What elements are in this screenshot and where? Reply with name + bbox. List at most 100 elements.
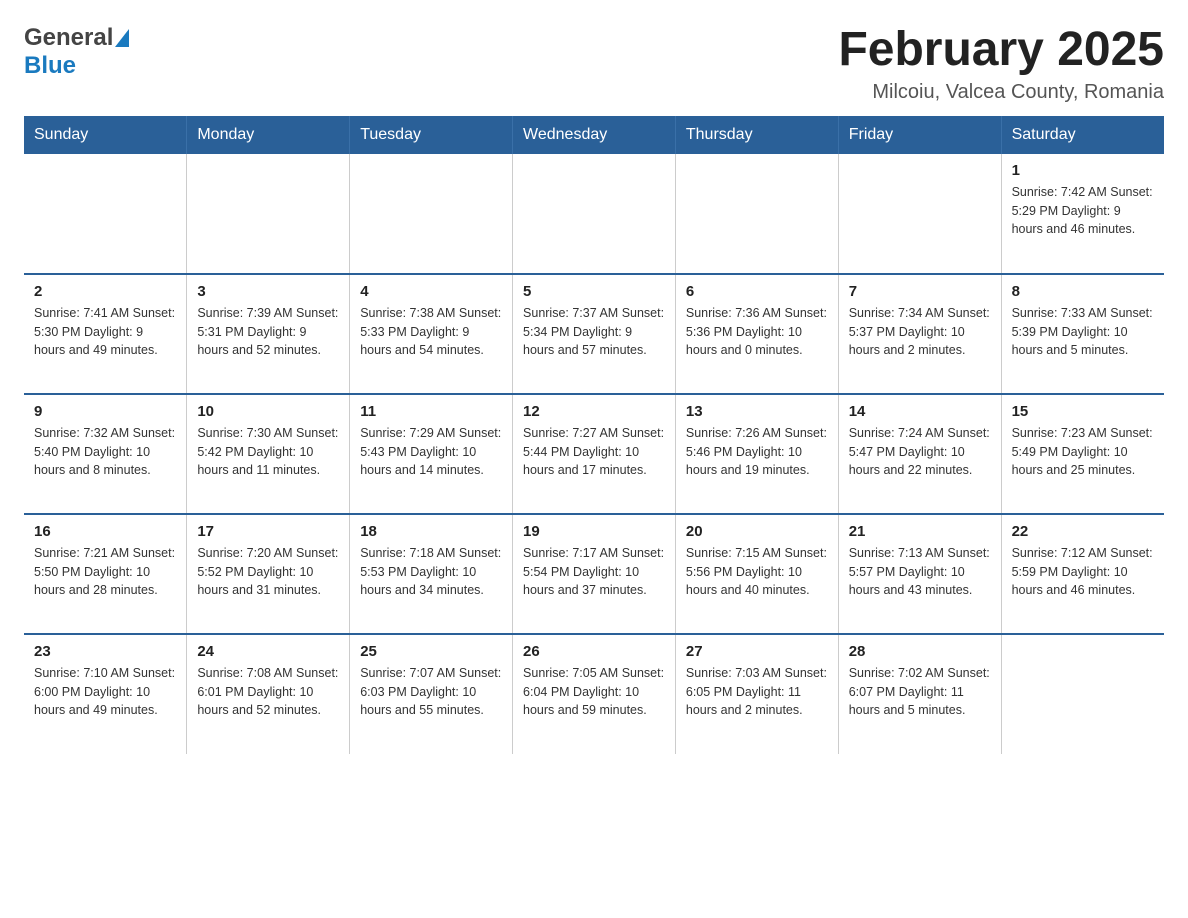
day-info: Sunrise: 7:30 AM Sunset: 5:42 PM Dayligh… (197, 424, 339, 480)
logo-triangle-icon (115, 29, 129, 47)
calendar-week-row: 9 Sunrise: 7:32 AM Sunset: 5:40 PM Daylig… (24, 394, 1164, 514)
day-info: Sunrise: 7:41 AM Sunset: 5:30 PM Dayligh… (34, 304, 176, 360)
day-number: 21 (849, 523, 991, 540)
logo: General Blue (24, 24, 129, 80)
day-info: Sunrise: 7:42 AM Sunset: 5:29 PM Dayligh… (1012, 183, 1154, 239)
calendar-week-row: 1 Sunrise: 7:42 AM Sunset: 5:29 PM Daylig… (24, 154, 1164, 274)
calendar-cell: 4 Sunrise: 7:38 AM Sunset: 5:33 PM Daylig… (350, 274, 513, 394)
day-header-thursday: Thursday (675, 116, 838, 154)
calendar-cell: 27Sunrise: 7:03 AM Sunset: 6:05 PM Dayli… (675, 634, 838, 754)
calendar-cell: 23Sunrise: 7:10 AM Sunset: 6:00 PM Dayli… (24, 634, 187, 754)
calendar-table: SundayMondayTuesdayWednesdayThursdayFrid… (24, 116, 1164, 754)
calendar-cell: 16 Sunrise: 7:21 AM Sunset: 5:50 PM Dayli… (24, 514, 187, 634)
calendar-cell: 26 Sunrise: 7:05 AM Sunset: 6:04 PM Dayli… (513, 634, 676, 754)
day-header-sunday: Sunday (24, 116, 187, 154)
calendar-cell (1001, 634, 1164, 754)
calendar-cell: 10 Sunrise: 7:30 AM Sunset: 5:42 PM Dayli… (187, 394, 350, 514)
month-title: February 2025 (838, 24, 1164, 77)
calendar-cell: 20 Sunrise: 7:15 AM Sunset: 5:56 PM Dayli… (675, 514, 838, 634)
calendar-cell: 13Sunrise: 7:26 AM Sunset: 5:46 PM Dayli… (675, 394, 838, 514)
day-number: 28 (849, 643, 991, 660)
calendar-cell: 19 Sunrise: 7:17 AM Sunset: 5:54 PM Dayli… (513, 514, 676, 634)
day-header-friday: Friday (838, 116, 1001, 154)
day-info: Sunrise: 7:20 AM Sunset: 5:52 PM Dayligh… (197, 544, 339, 600)
day-number: 25 (360, 643, 502, 660)
day-info: Sunrise: 7:05 AM Sunset: 6:04 PM Dayligh… (523, 664, 665, 720)
day-number: 13 (686, 403, 828, 420)
day-number: 20 (686, 523, 828, 540)
logo-general-text: General (24, 24, 113, 52)
calendar-cell: 9 Sunrise: 7:32 AM Sunset: 5:40 PM Daylig… (24, 394, 187, 514)
day-number: 6 (686, 283, 828, 300)
calendar-cell: 3 Sunrise: 7:39 AM Sunset: 5:31 PM Daylig… (187, 274, 350, 394)
day-number: 19 (523, 523, 665, 540)
day-info: Sunrise: 7:12 AM Sunset: 5:59 PM Dayligh… (1012, 544, 1154, 600)
day-info: Sunrise: 7:08 AM Sunset: 6:01 PM Dayligh… (197, 664, 339, 720)
calendar-cell: 1 Sunrise: 7:42 AM Sunset: 5:29 PM Daylig… (1001, 154, 1164, 274)
day-number: 1 (1012, 162, 1154, 179)
calendar-cell: 14Sunrise: 7:24 AM Sunset: 5:47 PM Dayli… (838, 394, 1001, 514)
calendar-cell (675, 154, 838, 274)
calendar-week-row: 23Sunrise: 7:10 AM Sunset: 6:00 PM Dayli… (24, 634, 1164, 754)
day-number: 18 (360, 523, 502, 540)
day-number: 10 (197, 403, 339, 420)
day-number: 24 (197, 643, 339, 660)
day-number: 11 (360, 403, 502, 420)
day-info: Sunrise: 7:21 AM Sunset: 5:50 PM Dayligh… (34, 544, 176, 600)
calendar-cell: 5Sunrise: 7:37 AM Sunset: 5:34 PM Daylig… (513, 274, 676, 394)
calendar-cell: 6 Sunrise: 7:36 AM Sunset: 5:36 PM Daylig… (675, 274, 838, 394)
day-number: 26 (523, 643, 665, 660)
calendar-cell (513, 154, 676, 274)
day-info: Sunrise: 7:32 AM Sunset: 5:40 PM Dayligh… (34, 424, 176, 480)
day-number: 7 (849, 283, 991, 300)
calendar-cell (24, 154, 187, 274)
day-number: 9 (34, 403, 176, 420)
day-info: Sunrise: 7:33 AM Sunset: 5:39 PM Dayligh… (1012, 304, 1154, 360)
calendar-week-row: 16 Sunrise: 7:21 AM Sunset: 5:50 PM Dayli… (24, 514, 1164, 634)
calendar-cell (350, 154, 513, 274)
day-info: Sunrise: 7:18 AM Sunset: 5:53 PM Dayligh… (360, 544, 502, 600)
day-info: Sunrise: 7:38 AM Sunset: 5:33 PM Dayligh… (360, 304, 502, 360)
day-number: 14 (849, 403, 991, 420)
day-number: 12 (523, 403, 665, 420)
calendar-cell: 22 Sunrise: 7:12 AM Sunset: 5:59 PM Dayli… (1001, 514, 1164, 634)
calendar-cell: 28 Sunrise: 7:02 AM Sunset: 6:07 PM Dayli… (838, 634, 1001, 754)
day-header-tuesday: Tuesday (350, 116, 513, 154)
day-number: 16 (34, 523, 176, 540)
calendar-cell: 24 Sunrise: 7:08 AM Sunset: 6:01 PM Dayli… (187, 634, 350, 754)
day-info: Sunrise: 7:02 AM Sunset: 6:07 PM Dayligh… (849, 664, 991, 720)
calendar-cell: 11 Sunrise: 7:29 AM Sunset: 5:43 PM Dayli… (350, 394, 513, 514)
day-number: 23 (34, 643, 176, 660)
calendar-cell: 25 Sunrise: 7:07 AM Sunset: 6:03 PM Dayli… (350, 634, 513, 754)
day-number: 8 (1012, 283, 1154, 300)
calendar-cell: 7 Sunrise: 7:34 AM Sunset: 5:37 PM Daylig… (838, 274, 1001, 394)
location-text: Milcoiu, Valcea County, Romania (838, 81, 1164, 104)
calendar-cell: 21 Sunrise: 7:13 AM Sunset: 5:57 PM Dayli… (838, 514, 1001, 634)
day-info: Sunrise: 7:07 AM Sunset: 6:03 PM Dayligh… (360, 664, 502, 720)
day-header-monday: Monday (187, 116, 350, 154)
day-number: 22 (1012, 523, 1154, 540)
calendar-cell (187, 154, 350, 274)
calendar-cell: 17Sunrise: 7:20 AM Sunset: 5:52 PM Dayli… (187, 514, 350, 634)
day-info: Sunrise: 7:36 AM Sunset: 5:36 PM Dayligh… (686, 304, 828, 360)
day-info: Sunrise: 7:15 AM Sunset: 5:56 PM Dayligh… (686, 544, 828, 600)
day-info: Sunrise: 7:39 AM Sunset: 5:31 PM Dayligh… (197, 304, 339, 360)
calendar-cell: 8 Sunrise: 7:33 AM Sunset: 5:39 PM Daylig… (1001, 274, 1164, 394)
day-info: Sunrise: 7:13 AM Sunset: 5:57 PM Dayligh… (849, 544, 991, 600)
day-number: 2 (34, 283, 176, 300)
day-number: 4 (360, 283, 502, 300)
day-info: Sunrise: 7:17 AM Sunset: 5:54 PM Dayligh… (523, 544, 665, 600)
day-info: Sunrise: 7:29 AM Sunset: 5:43 PM Dayligh… (360, 424, 502, 480)
day-number: 15 (1012, 403, 1154, 420)
day-info: Sunrise: 7:03 AM Sunset: 6:05 PM Dayligh… (686, 664, 828, 720)
day-number: 3 (197, 283, 339, 300)
calendar-header-row: SundayMondayTuesdayWednesdayThursdayFrid… (24, 116, 1164, 154)
title-block: February 2025 Milcoiu, Valcea County, Ro… (838, 24, 1164, 104)
day-number: 5 (523, 283, 665, 300)
calendar-cell: 18 Sunrise: 7:18 AM Sunset: 5:53 PM Dayli… (350, 514, 513, 634)
calendar-cell: 12Sunrise: 7:27 AM Sunset: 5:44 PM Dayli… (513, 394, 676, 514)
calendar-cell: 15Sunrise: 7:23 AM Sunset: 5:49 PM Dayli… (1001, 394, 1164, 514)
day-header-wednesday: Wednesday (513, 116, 676, 154)
day-header-saturday: Saturday (1001, 116, 1164, 154)
day-info: Sunrise: 7:34 AM Sunset: 5:37 PM Dayligh… (849, 304, 991, 360)
